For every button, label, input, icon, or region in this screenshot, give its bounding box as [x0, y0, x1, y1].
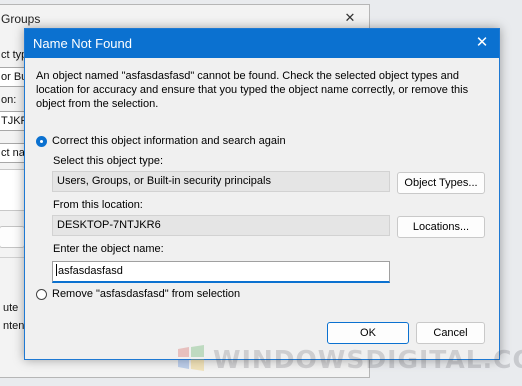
object-type-field: Users, Groups, or Built-in security prin…	[52, 171, 390, 192]
watermark-text: WINDOWSDIGITAL.COM	[213, 345, 522, 374]
screen: Groups ✕ ct type or Bu on: TJKRG ct name…	[0, 0, 522, 386]
background-button[interactable]	[0, 226, 25, 248]
object-name-input[interactable]: asfasdasfasd	[52, 261, 390, 283]
locations-button[interactable]: Locations...	[397, 216, 485, 238]
object-type-label: Select this object type:	[53, 155, 164, 167]
location-label: From this location:	[53, 199, 143, 211]
dialog-titlebar: Name Not Found ✕	[25, 29, 499, 58]
background-close-icon[interactable]: ✕	[343, 11, 357, 25]
remove-object-label[interactable]: Remove "asfasdasfasd" from selection	[52, 288, 240, 300]
location-field: DESKTOP-7NTJKR6	[52, 215, 390, 236]
close-icon[interactable]: ✕	[471, 33, 493, 53]
object-name-value: asfasdasfasd	[58, 265, 123, 277]
background-list	[0, 169, 25, 211]
remove-object-radio[interactable]	[36, 289, 47, 300]
object-types-button[interactable]: Object Types...	[397, 172, 485, 194]
background-text: ute	[3, 302, 19, 314]
windows-logo-icon	[178, 345, 204, 371]
correct-info-label[interactable]: Correct this object information and sear…	[52, 135, 286, 147]
background-label: on:	[1, 94, 17, 106]
watermark: WINDOWSDIGITAL.COM	[176, 339, 522, 379]
text-caret	[56, 264, 57, 276]
object-name-label: Enter the object name:	[53, 243, 164, 255]
background-divider	[0, 257, 25, 258]
error-message: An object named "asfasdasfasd" cannot be…	[36, 70, 469, 110]
correct-info-radio[interactable]	[36, 136, 47, 147]
dialog-title: Name Not Found	[33, 36, 132, 51]
name-not-found-dialog: Name Not Found ✕ An object named "asfasd…	[24, 28, 500, 360]
